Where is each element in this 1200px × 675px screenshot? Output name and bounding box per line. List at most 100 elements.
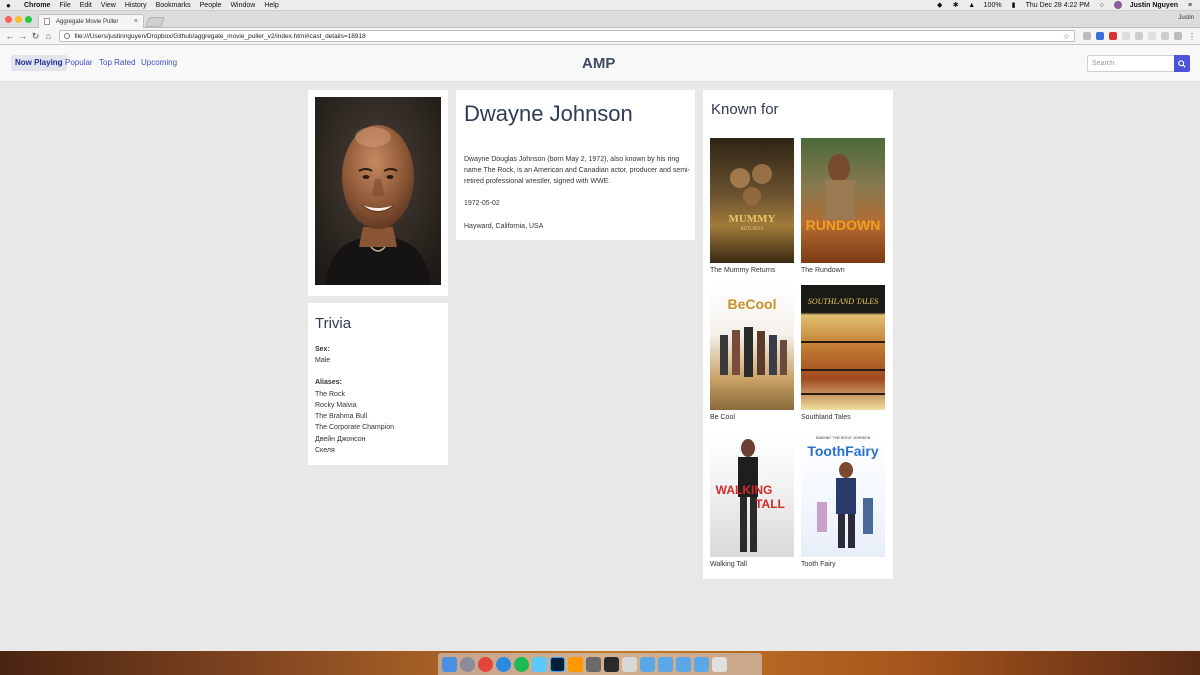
sex-label: Sex: — [315, 346, 330, 353]
launchpad-icon[interactable] — [460, 656, 475, 672]
trivia-card: Trivia Sex: Male Aliases: The Rock Rocky… — [308, 303, 448, 465]
battery-percent: 100% — [983, 1, 1002, 9]
menu-help[interactable]: Help — [264, 2, 278, 9]
trivia-title: Trivia — [315, 315, 352, 332]
notification-center-icon[interactable]: ≡ — [1186, 2, 1194, 9]
profile-photo-card — [308, 90, 448, 296]
photoshop-icon[interactable] — [550, 656, 565, 672]
poster-title: SOUTHLAND TALES — [808, 297, 878, 306]
menubar-status-area: ◆ ✱ ▲ 100% ▮ Thu Dec 28 4:22 PM ○ Justin… — [936, 1, 1194, 9]
folder-icon[interactable] — [640, 656, 655, 672]
menu-bookmarks[interactable]: Bookmarks — [156, 2, 191, 9]
user-name[interactable]: Justin Nguyen — [1130, 2, 1178, 9]
movie-title[interactable]: Walking Tall — [710, 561, 747, 568]
trash-icon[interactable] — [712, 656, 727, 672]
aliases-label: Aliases: — [315, 379, 342, 386]
new-tab-button[interactable] — [145, 17, 165, 27]
profile-name[interactable]: Justin — [1178, 15, 1194, 21]
alias-item: Двейн Джонсон — [315, 436, 366, 443]
sequel-pro-icon[interactable] — [622, 656, 637, 672]
minimize-window-icon[interactable] — [15, 16, 22, 23]
chrome-menu-icon[interactable]: ⋮ — [1188, 32, 1196, 41]
alias-item: Скеля — [315, 447, 335, 454]
folder-icon[interactable] — [658, 656, 673, 672]
menu-edit[interactable]: Edit — [80, 2, 92, 9]
downloads-icon[interactable] — [694, 656, 709, 672]
system-preferences-icon[interactable] — [586, 656, 601, 672]
bio-card: Dwayne Johnson Dwayne Douglas Johnson (b… — [456, 90, 695, 240]
extension-icon[interactable] — [1147, 32, 1156, 40]
close-window-icon[interactable] — [5, 16, 12, 23]
menu-file[interactable]: File — [59, 2, 70, 9]
nav-popular[interactable]: Popular — [65, 58, 93, 67]
bluetooth-icon[interactable]: ✱ — [952, 2, 960, 9]
tab-close-icon[interactable]: × — [134, 18, 138, 25]
dropbox-icon[interactable]: ◆ — [936, 2, 944, 9]
sublime-icon[interactable] — [568, 656, 583, 672]
bookmark-star-icon[interactable]: ☆ — [1063, 32, 1070, 41]
alias-item: The Rock — [315, 391, 345, 398]
search-button[interactable] — [1174, 55, 1190, 72]
folder-icon[interactable] — [676, 656, 691, 672]
nav-now-playing[interactable]: Now Playing — [11, 55, 67, 71]
browser-tab[interactable]: Aggregate Movie Puller × — [38, 14, 144, 28]
menu-people[interactable]: People — [200, 2, 222, 9]
reload-icon[interactable]: ↻ — [30, 30, 42, 42]
cast-icon[interactable] — [1173, 32, 1182, 40]
terminal-icon[interactable] — [604, 656, 619, 672]
messages-icon[interactable] — [532, 656, 547, 672]
menu-view[interactable]: View — [101, 2, 116, 9]
brand-logo[interactable]: AMP — [582, 55, 615, 72]
url-text[interactable]: file:///Users/justinnguyen/Dropbox/Githu… — [74, 33, 365, 40]
person-birthday: 1972-05-02 — [464, 200, 500, 207]
forward-icon[interactable]: → — [17, 30, 29, 42]
movie-title[interactable]: The Mummy Returns — [710, 267, 775, 274]
info-icon[interactable] — [64, 33, 71, 39]
poster-credit: DWAYNE "THE ROCK" JOHNSON — [816, 436, 871, 440]
movie-title[interactable]: The Rundown — [801, 267, 845, 274]
apple-icon[interactable]: ● — [6, 1, 14, 10]
menu-chrome[interactable]: Chrome — [24, 2, 50, 9]
extension-icon[interactable] — [1108, 32, 1117, 40]
nav-upcoming[interactable]: Upcoming — [141, 58, 177, 67]
home-icon[interactable]: ⌂ — [42, 30, 54, 42]
movie-poster[interactable]: WALKING TALL — [710, 432, 794, 557]
extension-icon[interactable] — [1134, 32, 1143, 40]
extension-icon[interactable] — [1095, 32, 1104, 40]
chrome-icon[interactable] — [478, 656, 493, 672]
movie-poster[interactable]: SOUTHLAND TALES — [801, 285, 885, 410]
menu-history[interactable]: History — [125, 2, 147, 9]
movie-title[interactable]: Be Cool — [710, 414, 735, 421]
safari-icon[interactable] — [496, 656, 511, 672]
movie-title[interactable]: Southland Tales — [801, 414, 851, 421]
extension-icon[interactable] — [1121, 32, 1130, 40]
movie-poster[interactable]: MUMMY RETURNS — [710, 138, 794, 263]
movie-title[interactable]: Tooth Fairy — [801, 561, 836, 568]
poster-title: ToothFairy — [807, 443, 879, 459]
movie-poster[interactable]: RUNDOWN — [801, 138, 885, 263]
person-birthplace: Hayward, California, USA — [464, 223, 544, 230]
spotlight-icon[interactable]: ○ — [1098, 2, 1106, 9]
spotify-icon[interactable] — [514, 656, 529, 672]
search-input[interactable] — [1087, 55, 1175, 72]
finder-icon[interactable] — [442, 656, 457, 672]
back-icon[interactable]: ← — [4, 30, 16, 42]
wifi-icon[interactable]: ▲ — [968, 2, 976, 9]
poster-subtitle: RETURNS — [741, 227, 764, 232]
menu-window[interactable]: Window — [230, 2, 255, 9]
movie-poster[interactable]: BeCool — [710, 285, 794, 410]
address-bar[interactable]: file:///Users/justinnguyen/Dropbox/Githu… — [59, 30, 1075, 42]
sex-value: Male — [315, 357, 331, 364]
battery-icon[interactable]: ▮ — [1010, 2, 1018, 9]
clock[interactable]: Thu Dec 28 4:22 PM — [1026, 2, 1090, 9]
zoom-window-icon[interactable] — [25, 16, 32, 23]
dock — [438, 653, 762, 675]
extension-icon[interactable] — [1082, 32, 1091, 40]
browser-toolbar: ← → ↻ ⌂ file:///Users/justinnguyen/Dropb… — [0, 28, 1200, 45]
user-avatar[interactable] — [1113, 1, 1122, 9]
site-navbar: Now Playing Popular Top Rated Upcoming A… — [0, 45, 1200, 82]
nav-top-rated[interactable]: Top Rated — [99, 58, 135, 67]
movie-poster[interactable]: DWAYNE "THE ROCK" JOHNSON ToothFairy — [801, 432, 885, 557]
browser-tabstrip: Aggregate Movie Puller × Justin — [0, 11, 1200, 28]
extension-icon[interactable] — [1160, 32, 1169, 40]
